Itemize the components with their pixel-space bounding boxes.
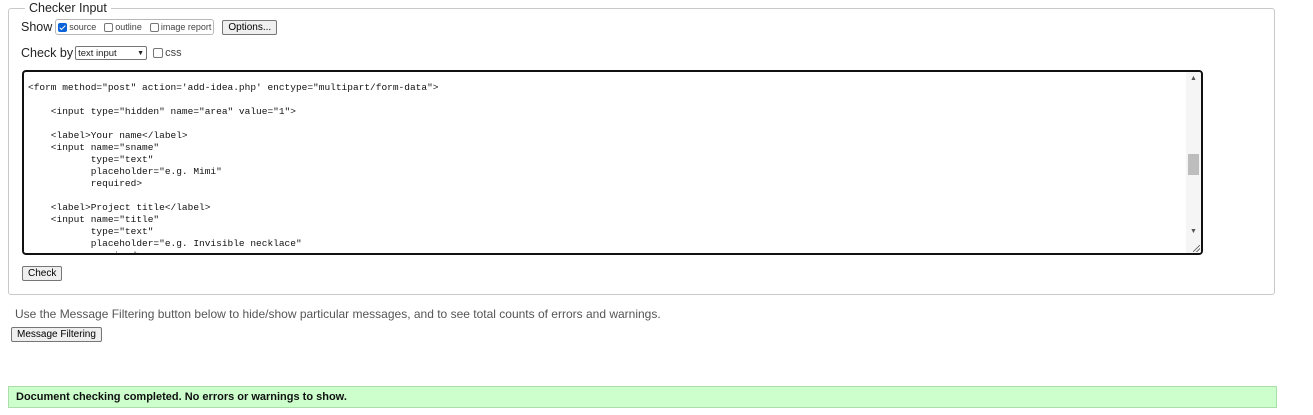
css-option-label: css — [165, 47, 182, 59]
source-code-text: <form method="post" action='add-idea.php… — [28, 82, 439, 253]
outline-option-label: outline — [115, 22, 142, 32]
scrollbar-thumb[interactable] — [1188, 154, 1199, 175]
image-report-checkbox[interactable] — [149, 22, 159, 32]
source-checkbox[interactable] — [58, 22, 68, 32]
show-row: Show source outline image report Options… — [21, 19, 278, 35]
outline-checkbox[interactable] — [104, 22, 114, 32]
css-checkbox[interactable] — [153, 48, 164, 58]
css-option[interactable]: css — [153, 47, 182, 59]
check-by-selected-value: text input — [78, 47, 117, 59]
check-button[interactable]: Check — [22, 266, 63, 281]
show-label: Show — [21, 20, 53, 34]
source-textarea[interactable]: <form method="post" action='add-idea.php… — [22, 70, 1203, 255]
show-option-outline[interactable]: outline — [104, 22, 142, 32]
check-by-label: Check by — [21, 46, 74, 60]
chevron-down-icon: ▼ — [137, 49, 145, 57]
scroll-up-arrow-icon[interactable]: ▲ — [1186, 75, 1201, 82]
status-message: Document checking completed. No errors o… — [8, 386, 1277, 408]
options-button[interactable]: Options... — [222, 19, 278, 35]
image-report-option-label: image report — [160, 22, 212, 32]
source-option-label: source — [69, 22, 97, 32]
scroll-down-arrow-icon[interactable]: ▼ — [1186, 228, 1201, 235]
textarea-scrollbar[interactable]: ▲ ▼ — [1186, 72, 1201, 253]
message-filtering-info: Use the Message Filtering button below t… — [15, 307, 661, 321]
fieldset-legend: Checker Input — [29, 1, 107, 15]
show-option-image-report[interactable]: image report — [149, 22, 212, 32]
resize-handle-icon[interactable] — [1193, 245, 1200, 252]
show-option-source[interactable]: source — [58, 22, 96, 32]
message-filtering-button[interactable]: Message Filtering — [11, 327, 102, 342]
check-by-select[interactable]: text input ▼ — [75, 46, 148, 60]
check-by-row: Check by text input ▼ css — [21, 46, 182, 60]
show-options-group: source outline image report — [55, 19, 215, 35]
